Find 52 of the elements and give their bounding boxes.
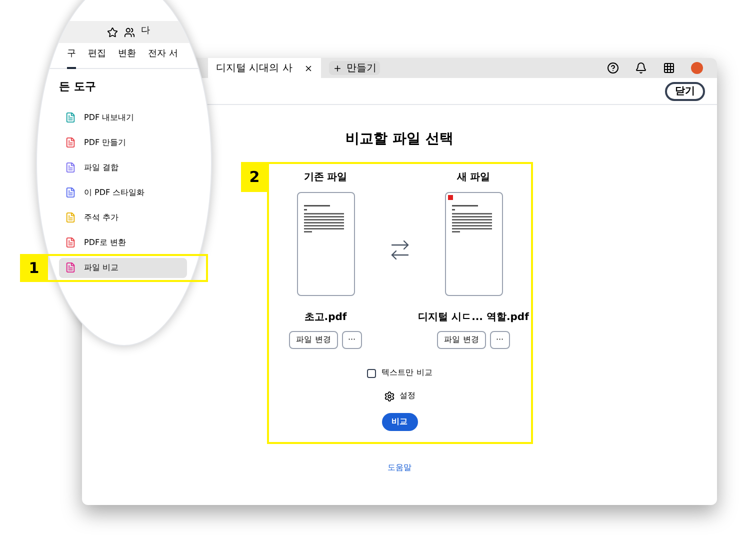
tools-heading: 든 도구 [58, 79, 97, 95]
menu-tab[interactable]: 변환 [118, 42, 136, 68]
page-title: 비교할 파일 선택 [346, 130, 454, 149]
text-lines-drawing [452, 205, 492, 235]
text-only-checkbox[interactable]: 텍스트만 비교 [366, 367, 432, 379]
menu-tab[interactable]: 전자 서 [148, 42, 178, 68]
text-lines-drawing [304, 205, 344, 235]
more-button[interactable]: ··· [342, 331, 362, 349]
settings-button[interactable]: 설정 [384, 390, 416, 402]
tool-label: 파일 비교 [84, 262, 119, 274]
tool-item[interactable]: 주석 추가 [59, 208, 187, 228]
tool-item[interactable]: 파일 결합 [59, 158, 187, 178]
tab-title: 디지털 시대의 사 [216, 62, 292, 76]
tool-label: 파일 결합 [84, 162, 119, 174]
close-icon[interactable] [304, 64, 314, 72]
callout-badge: 1 [20, 254, 48, 282]
file-name: 초고.pdf [304, 311, 347, 325]
compare-button[interactable]: 비교 [382, 413, 418, 431]
menu-tab[interactable]: 편집 [88, 42, 106, 68]
tool-item[interactable]: 파일 비교 [59, 258, 187, 278]
tool-label: PDF 만들기 [84, 136, 126, 148]
plus-icon [333, 64, 342, 72]
change-file-button[interactable]: 파일 변경 [437, 331, 486, 349]
tool-item[interactable]: PDF 내보내기 [59, 108, 187, 128]
checkbox[interactable] [366, 368, 376, 378]
file-heading: 새 파일 [456, 171, 490, 185]
document-tab[interactable]: 디지털 시대의 사 [208, 58, 322, 78]
settings-icon [384, 390, 394, 402]
tool-label: 이 PDF 스타일화 [84, 186, 145, 198]
strip-text: 다 [141, 25, 150, 38]
bell-icon[interactable] [635, 62, 647, 74]
star-icon[interactable] [107, 26, 118, 38]
help-icon[interactable] [607, 62, 619, 74]
tool-label: PDF 내보내기 [84, 112, 134, 124]
tool-item[interactable]: PDF로 변환 [59, 232, 187, 252]
apps-grid-icon[interactable] [663, 62, 675, 74]
change-file-button[interactable]: 파일 변경 [289, 331, 338, 349]
new-tab-button[interactable]: 만들기 [329, 61, 380, 75]
close-button[interactable]: 닫기 [665, 82, 705, 100]
menu-tab[interactable]: 구 [67, 42, 76, 68]
checkbox-label: 텍스트만 비교 [382, 367, 432, 379]
tool-item[interactable]: PDF 만들기 [59, 132, 187, 152]
callout-badge: 2 [240, 162, 268, 192]
tool-item[interactable]: 이 PDF 스타일화 [59, 182, 187, 202]
tool-label: PDF로 변환 [84, 236, 126, 248]
more-button[interactable]: ··· [490, 331, 510, 349]
help-link[interactable]: 도움말 [388, 462, 412, 474]
people-icon[interactable] [124, 26, 135, 38]
avatar-icon[interactable] [691, 62, 703, 74]
file-name: 디지털 시ㄷ... 역할.pdf [418, 311, 529, 325]
file-heading: 기존 파일 [304, 171, 348, 185]
tool-label: 주석 추가 [84, 212, 119, 224]
